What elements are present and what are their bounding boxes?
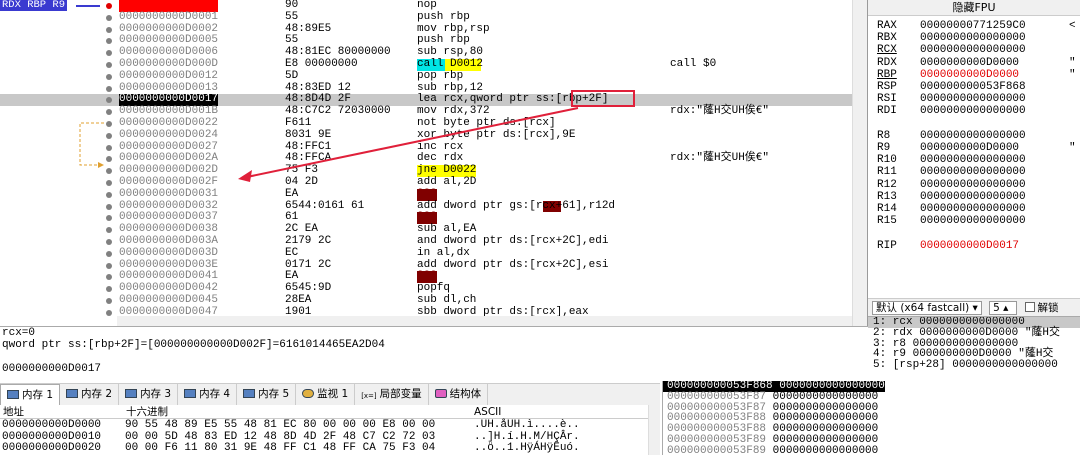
jump-arrow-overlay xyxy=(79,107,579,182)
jump-line-arrowhead xyxy=(98,162,104,168)
annotation-arrowhead xyxy=(238,170,252,182)
annotation-arrow xyxy=(241,107,579,179)
jump-line xyxy=(79,122,104,166)
